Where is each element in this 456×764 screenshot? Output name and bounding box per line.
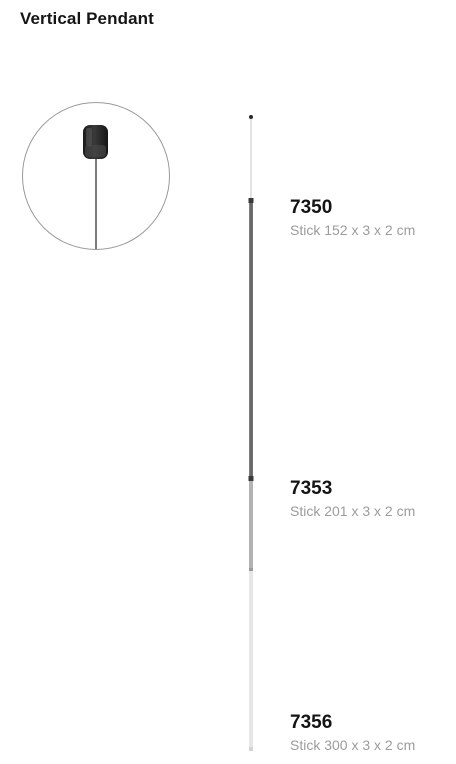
product-description: Stick 201 x 3 x 2 cm bbox=[290, 503, 416, 519]
product-description: Stick 152 x 3 x 2 cm bbox=[290, 222, 416, 238]
stick-segment-7350 bbox=[249, 198, 253, 480]
stick-segment-7353 bbox=[249, 481, 253, 571]
canopy-detail-illustration bbox=[83, 125, 108, 249]
product-code: 7353 bbox=[290, 478, 333, 499]
product-description: Stick 300 x 3 x 2 cm bbox=[290, 737, 416, 753]
product-code: 7350 bbox=[290, 197, 333, 218]
stick-segment-7356 bbox=[249, 571, 253, 751]
page-title: Vertical Pendant bbox=[20, 9, 154, 28]
product-code: 7356 bbox=[290, 712, 333, 733]
ceiling-anchor-icon bbox=[249, 115, 253, 119]
detail-zoom-circle bbox=[22, 102, 170, 250]
product-7356: 7356 Stick 300 x 3 x 2 cm bbox=[290, 712, 415, 754]
product-7350: 7350 Stick 152 x 3 x 2 cm bbox=[290, 197, 415, 239]
product-7353: 7353 Stick 201 x 3 x 2 cm bbox=[290, 478, 415, 520]
